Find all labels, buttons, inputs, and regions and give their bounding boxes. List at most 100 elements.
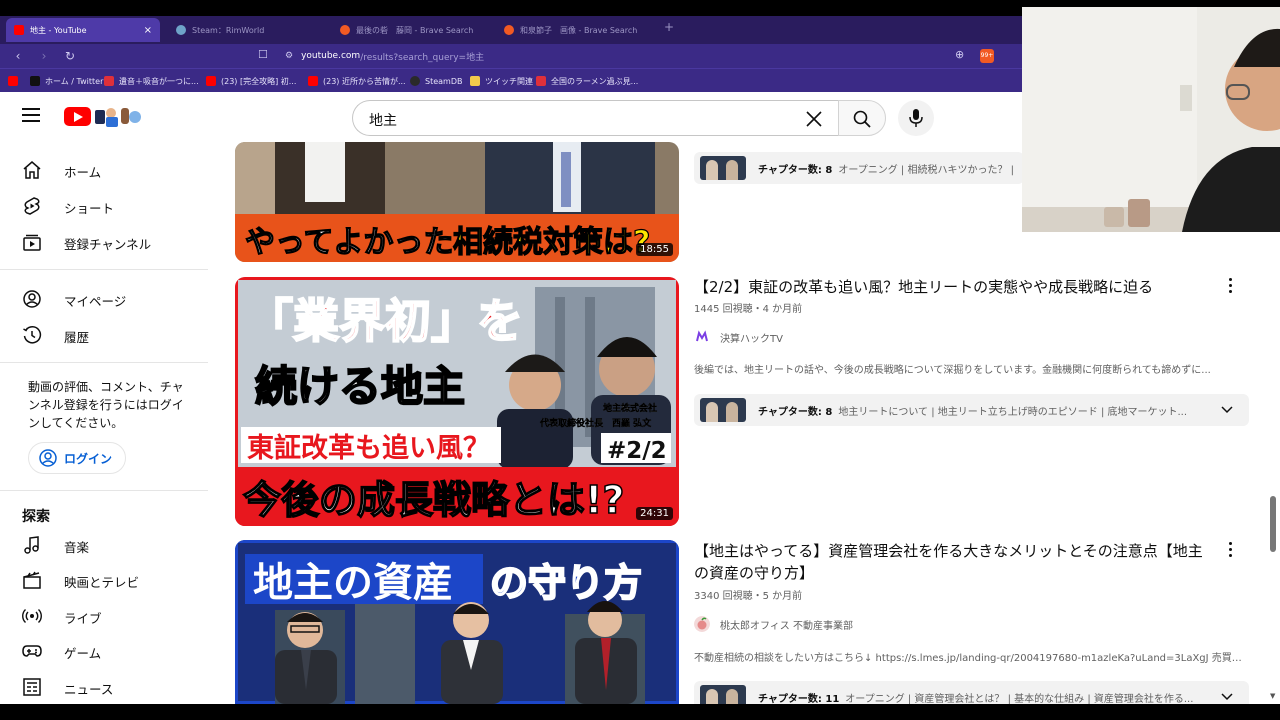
video-thumbnail-2[interactable]: 「業界初」を 続ける地主 地主株式会社 代表取締役社長 西羅 弘文 東証改革も追…	[235, 277, 679, 526]
channel-link[interactable]: 桃太郎オフィス 不動産事業部	[694, 615, 853, 633]
reload-icon[interactable]: ↻	[62, 49, 78, 63]
tab-brave-search-1[interactable]: 最後の砦 藤岡 - Brave Search	[332, 18, 492, 42]
sidebar-item-my-page[interactable]: マイページ	[0, 281, 208, 317]
bookmark-page-icon[interactable]: ☐	[258, 48, 268, 61]
bookmark-item[interactable]: (23) [完全攻略] 初...	[206, 69, 296, 93]
channel-name: 桃太郎オフィス 不動産事業部	[720, 620, 853, 632]
sidebar-item-movies[interactable]: 映画とテレビ	[0, 562, 208, 598]
forward-arrow-icon[interactable]: ›	[36, 49, 52, 63]
history-icon	[23, 326, 42, 344]
search-input[interactable]: 地主	[352, 100, 838, 136]
login-button[interactable]: ログイン	[28, 442, 126, 474]
steamdb-favicon-icon	[410, 76, 420, 86]
news-icon	[23, 678, 41, 696]
sidebar-item-live[interactable]: ライブ	[0, 598, 208, 634]
bookmark-item[interactable]	[8, 69, 23, 93]
sidebar-item-label: ライブ	[64, 611, 102, 626]
screen: 地主 - YouTube × Steam：RimWorld 最後の砦 藤岡 - …	[0, 0, 1280, 720]
thumbnail-image: やってよかった 相続税対策は?	[235, 142, 679, 262]
bookmark-label: 全国のラーメン過ぶ見...	[551, 76, 639, 86]
sidebar-item-label: マイページ	[64, 294, 127, 309]
tab-youtube[interactable]: 地主 - YouTube ×	[6, 18, 160, 42]
thumbnail-headline: 「業界初」を	[247, 294, 523, 348]
signin-prompt: 動画の評価、コメント、チャンネル登録を行うにはログインしてください。	[28, 380, 184, 430]
bookmark-item[interactable]: SteamDB	[410, 69, 462, 93]
chapters-bar-1[interactable]: チャプター数: 8 オープニング | 相続税ハキツかった？ |	[694, 152, 1024, 184]
video-description: 後編では、地主リートの話や、今後の成長戦略について深掘りをしています。金融機関に…	[694, 365, 1211, 376]
youtube-doodle-icon[interactable]	[93, 104, 141, 128]
thumbnail-subheadline: 東証改革も追い風？	[247, 432, 490, 464]
bookmark-label: (23) [完全攻略] 初...	[221, 76, 297, 86]
back-arrow-icon[interactable]: ‹	[10, 49, 26, 63]
bookmark-item[interactable]: ホーム / Twitter	[30, 69, 103, 93]
chapters-list: オープニング | 相続税ハキツかった？ |	[838, 164, 1015, 176]
video-title-2[interactable]: 【2/2】東証の改革も追い風？地主リートの実態やや成長戦略に迫る	[694, 276, 1214, 298]
chapter-thumbnail	[700, 156, 746, 180]
clear-search-icon[interactable]	[804, 109, 824, 129]
sidebar-item-history[interactable]: 履歴	[0, 317, 208, 353]
more-actions-icon[interactable]	[1224, 542, 1236, 560]
tab-brave-search-2[interactable]: 和泉節子 画像 - Brave Search	[496, 18, 656, 42]
sidebar-item-label: 映画とテレビ	[64, 575, 140, 590]
bookmark-item[interactable]: 全国のラーメン過ぶ見...	[536, 69, 638, 93]
tab-steam[interactable]: Steam：RimWorld	[168, 18, 328, 42]
bottom-letterbox	[0, 704, 1280, 720]
video-duration: 18:55	[636, 243, 673, 256]
thumbnail-headline: の守り方	[490, 561, 642, 605]
sidebar-divider	[0, 490, 208, 491]
bookmark-label: 遺音＋吸音が一つに...	[119, 76, 199, 86]
sidebar-item-shorts[interactable]: ショート	[0, 188, 208, 224]
chapters-count: チャプター数: 8	[758, 164, 833, 176]
bookmark-item[interactable]: 遺音＋吸音が一つに...	[104, 69, 199, 93]
sidebar-item-news[interactable]: ニュース	[0, 669, 208, 705]
chevron-down-icon[interactable]	[1221, 693, 1233, 701]
video-thumbnail-3[interactable]: 地主の資産 の守り方	[235, 540, 679, 704]
channel-link[interactable]: 決算ハックTV	[694, 328, 783, 346]
chapters-count: チャプター数: 8	[758, 406, 833, 418]
brave-shields-icon[interactable]: 99+	[980, 49, 994, 63]
menu-icon[interactable]	[22, 108, 40, 122]
tab-close-icon[interactable]: ×	[144, 25, 152, 36]
gaming-icon	[22, 645, 42, 657]
bookmark-folder[interactable]: ツイッチ関連	[470, 69, 533, 93]
chapter-thumbnail	[700, 398, 746, 422]
home-icon	[23, 161, 41, 179]
webcam-overlay	[1022, 7, 1280, 232]
page-scrollbar-thumb[interactable]	[1270, 496, 1276, 552]
url-path: /results?search_query=地主	[360, 52, 485, 63]
sidebar-item-music[interactable]: 音楽	[0, 527, 208, 563]
voice-search-button[interactable]	[898, 100, 934, 136]
chevron-down-icon[interactable]	[1221, 406, 1233, 414]
sidebar-item-label: ゲーム	[64, 646, 102, 661]
sidebar-item-label: ホーム	[64, 165, 102, 180]
zoom-icon[interactable]: ⊕	[955, 48, 964, 61]
account-icon	[23, 290, 41, 308]
sidebar-item-gaming[interactable]: ゲーム	[0, 633, 208, 669]
address-bar[interactable]: ⚙ youtube.com /results?search_query=地主	[285, 44, 484, 68]
guide-sidebar: ホーム ショート 登録チャンネル マイページ 履歴 動画の評価、コメント、チャン…	[0, 142, 208, 704]
chapters-bar-2[interactable]: チャプター数: 8 地主リートについて | 地主リート立ち上げ時のエピソード |…	[694, 394, 1249, 426]
youtube-favicon-icon	[308, 76, 318, 86]
scroll-down-arrow-icon[interactable]: ▼	[1270, 692, 1275, 700]
search-icon	[853, 110, 871, 128]
live-icon	[22, 608, 42, 624]
youtube-logo-icon[interactable]	[64, 107, 91, 126]
video-thumbnail-1[interactable]: やってよかった 相続税対策は? 18:55	[235, 142, 679, 262]
bookmark-label: ツイッチ関連	[485, 76, 533, 86]
sidebar-item-label: 音楽	[64, 540, 90, 555]
new-tab-button[interactable]: +	[664, 20, 674, 34]
thumbnail-person: 代表取締役社長 西羅 弘文	[539, 417, 652, 429]
thumbnail-headline: 今後の成長戦略とは!?	[243, 478, 624, 522]
sidebar-item-label: ショート	[64, 201, 115, 216]
steam-favicon-icon	[176, 25, 186, 35]
site-info-icon[interactable]: ⚙	[285, 51, 293, 61]
sidebar-divider	[0, 362, 208, 363]
bookmark-item[interactable]: (23) 近所から苦情が...	[308, 69, 406, 93]
more-actions-icon[interactable]	[1224, 278, 1236, 296]
video-title-3[interactable]: 【地主はやってる】資産管理会社を作る大きなメリットとその注意点【地主の資産の守り…	[694, 540, 1214, 584]
video-metadata: 3340 回視聴・5 か月前	[694, 591, 803, 602]
chapters-count: チャプター数: 11	[758, 693, 840, 705]
search-button[interactable]	[838, 100, 886, 136]
sidebar-item-subscriptions[interactable]: 登録チャンネル	[0, 224, 208, 260]
sidebar-item-home[interactable]: ホーム	[0, 152, 208, 188]
